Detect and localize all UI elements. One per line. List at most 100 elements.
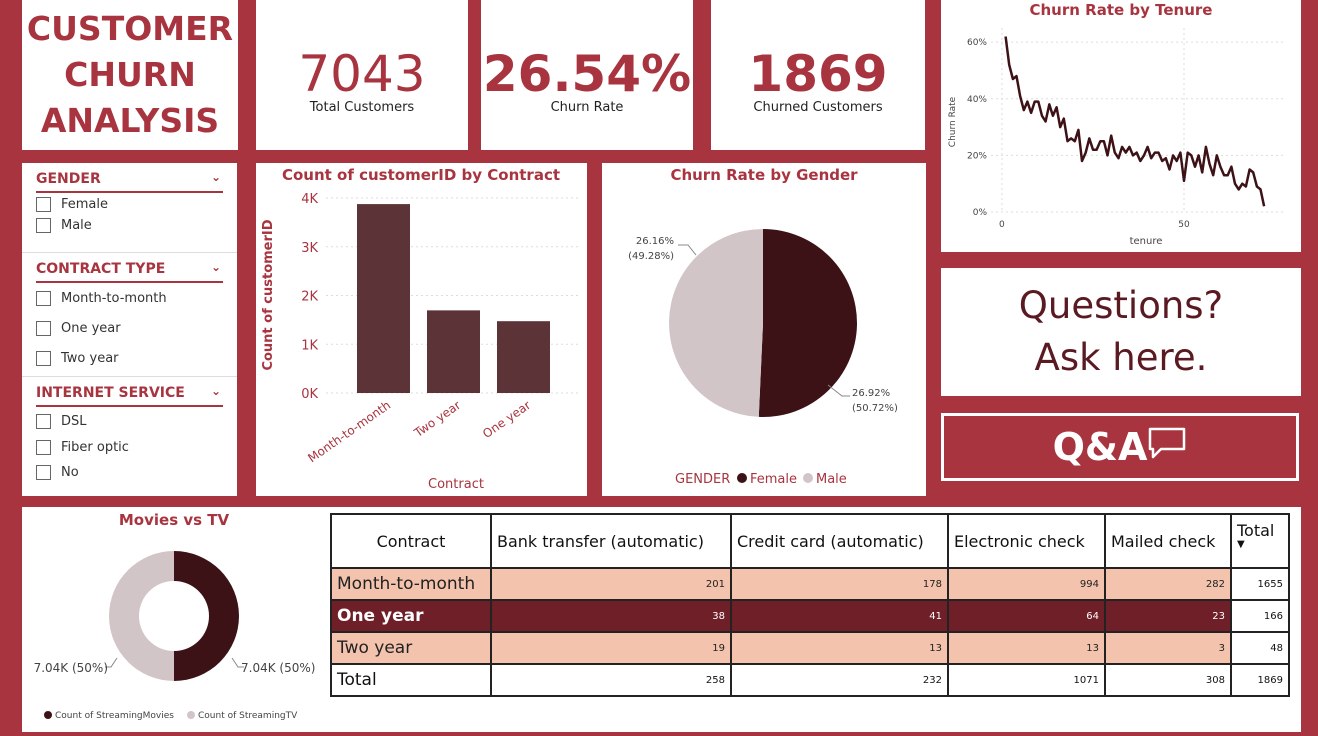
bar-one-year	[497, 321, 550, 393]
table-cell: 38	[490, 599, 732, 633]
gender-pie-chart: Churn Rate by Gender 26.92% (50.72%) 26.16%…	[628, 166, 898, 487]
sort-desc-icon[interactable]: ▼	[1237, 540, 1283, 550]
pie-slice-male	[669, 229, 763, 417]
y-tick-label: 3K	[301, 241, 318, 256]
checkbox[interactable]	[36, 351, 51, 366]
legend-swatch-male	[803, 473, 813, 483]
bar-month-to-month	[357, 204, 410, 393]
chevron-down-icon[interactable]: ⌄	[211, 260, 221, 274]
checkbox[interactable]	[36, 465, 51, 480]
checkbox[interactable]	[36, 440, 51, 455]
y-tick-label: 2K	[301, 290, 318, 305]
table-cell: 201	[490, 567, 732, 601]
table-cell: 41	[730, 599, 949, 633]
legend-label: Count of StreamingTV	[198, 711, 298, 721]
leader-line	[678, 244, 697, 256]
report-title-line1: CUSTOMER	[26, 9, 234, 48]
checkbox[interactable]	[36, 291, 51, 306]
contract-option-one-year[interactable]: One year	[36, 321, 121, 336]
column-header[interactable]: Contract	[330, 513, 492, 569]
kpi-churn-rate: 26.54% Churn Rate	[481, 0, 693, 150]
internet-slicer-header[interactable]: INTERNET SERVICE ⌄	[36, 384, 223, 407]
row-label: Month-to-month	[330, 567, 492, 601]
row-label: Two year	[330, 631, 492, 665]
chevron-down-icon[interactable]: ⌄	[211, 384, 221, 398]
table-cell: 308	[1104, 663, 1232, 697]
chevron-down-icon[interactable]: ⌄	[211, 170, 221, 184]
table-cell: 1655	[1230, 567, 1290, 601]
contract-option-two-year[interactable]: Two year	[36, 351, 119, 366]
churn-by-tenure-card: Churn Rate by Tenure 0% 20% 40% 60% 0 50 tenure…	[941, 0, 1301, 252]
chart-title: Churn Rate by Tenure	[1030, 1, 1213, 19]
gender-option-female[interactable]: Female	[36, 197, 108, 212]
table-cell: 994	[947, 567, 1106, 601]
column-header-total[interactable]: Total ▼	[1230, 513, 1290, 569]
kpi-total-customers: 7043 Total Customers	[256, 0, 468, 150]
payment-matrix-table: Contract Bank transfer (automatic) Credi…	[330, 513, 1290, 697]
y-tick-label: 60%	[967, 38, 987, 48]
kpi-value: 7043	[298, 44, 426, 103]
table-cell: 1869	[1230, 663, 1290, 697]
data-label: (50.72%)	[852, 403, 898, 414]
y-tick-label: 1K	[301, 338, 318, 353]
checkbox[interactable]	[36, 197, 51, 212]
gender-slicer-title: GENDER	[36, 171, 101, 187]
table-row: Month-to-month 201 178 994 282 1655	[330, 567, 1290, 601]
column-header[interactable]: Electronic check	[947, 513, 1106, 569]
row-label: Total	[330, 663, 492, 697]
donut-slice-streaming-movies	[174, 551, 239, 681]
y-tick-label: 0%	[973, 208, 988, 218]
column-header[interactable]: Mailed check	[1104, 513, 1232, 569]
internet-option-dsl[interactable]: DSL	[36, 414, 87, 429]
checkbox[interactable]	[36, 321, 51, 336]
chart-title: Churn Rate by Gender	[670, 166, 858, 184]
option-label: No	[61, 465, 79, 480]
data-label: 7.04K (50%)	[34, 661, 108, 675]
checkbox[interactable]	[36, 218, 51, 233]
kpi-churned-customers: 1869 Churned Customers	[711, 0, 925, 150]
column-header-label: Total	[1237, 521, 1275, 540]
contract-slicer-header[interactable]: CONTRACT TYPE ⌄	[36, 260, 223, 283]
table-cell: 232	[730, 663, 949, 697]
row-label: One year	[330, 599, 492, 633]
kpi-value: 1869	[748, 44, 888, 103]
data-label: (49.28%)	[628, 251, 674, 262]
gender-slicer-header[interactable]: GENDER ⌄	[36, 170, 223, 193]
checkbox[interactable]	[36, 414, 51, 429]
report-title-line2: CHURN	[64, 55, 196, 94]
legend-title: GENDER	[675, 472, 730, 487]
legend-swatch-female	[737, 473, 747, 483]
column-header[interactable]: Bank transfer (automatic)	[490, 513, 732, 569]
table-cell: 19	[490, 631, 732, 665]
contract-option-month-to-month[interactable]: Month-to-month	[36, 291, 167, 306]
data-label: 26.16%	[636, 236, 674, 247]
legend-swatch-streaming-movies	[44, 711, 52, 719]
qa-prompt-line1: Questions?	[1018, 284, 1224, 327]
divider	[22, 252, 237, 253]
y-tick-label: 20%	[967, 151, 987, 161]
table-cell: 178	[730, 567, 949, 601]
legend-label: Count of StreamingMovies	[55, 711, 174, 721]
qa-button[interactable]: Q&A	[941, 413, 1299, 481]
y-tick-label: 40%	[967, 95, 987, 105]
gender-option-male[interactable]: Male	[36, 218, 92, 233]
column-header[interactable]: Credit card (automatic)	[730, 513, 949, 569]
churn-by-tenure-chart: Churn Rate by Tenure 0% 20% 40% 60% 0 50 tenure…	[948, 1, 1286, 247]
legend-swatch-streaming-tv	[187, 711, 195, 719]
data-label: 7.04K (50%)	[241, 661, 315, 675]
qa-prompt-card: Questions? Ask here.	[941, 268, 1301, 396]
option-label: Two year	[61, 351, 119, 366]
table-cell: 1071	[947, 663, 1106, 697]
donut-slice-streaming-tv	[109, 551, 174, 681]
data-label: 26.92%	[852, 388, 890, 399]
x-axis-label: Contract	[428, 477, 484, 492]
internet-option-no[interactable]: No	[36, 465, 79, 480]
slicer-panel: GENDER ⌄ Female Male CONTRACT TYPE ⌄ Mon…	[22, 163, 237, 496]
table-cell: 258	[490, 663, 732, 697]
gender-pie-card: Churn Rate by Gender 26.92% (50.72%) 26.16%…	[602, 163, 926, 496]
table-row: One year 38 41 64 23 166	[330, 599, 1290, 633]
bar-two-year	[427, 310, 480, 393]
pie-slice-female	[758, 229, 858, 417]
internet-option-fiber-optic[interactable]: Fiber optic	[36, 440, 129, 455]
table-cell: 282	[1104, 567, 1232, 601]
